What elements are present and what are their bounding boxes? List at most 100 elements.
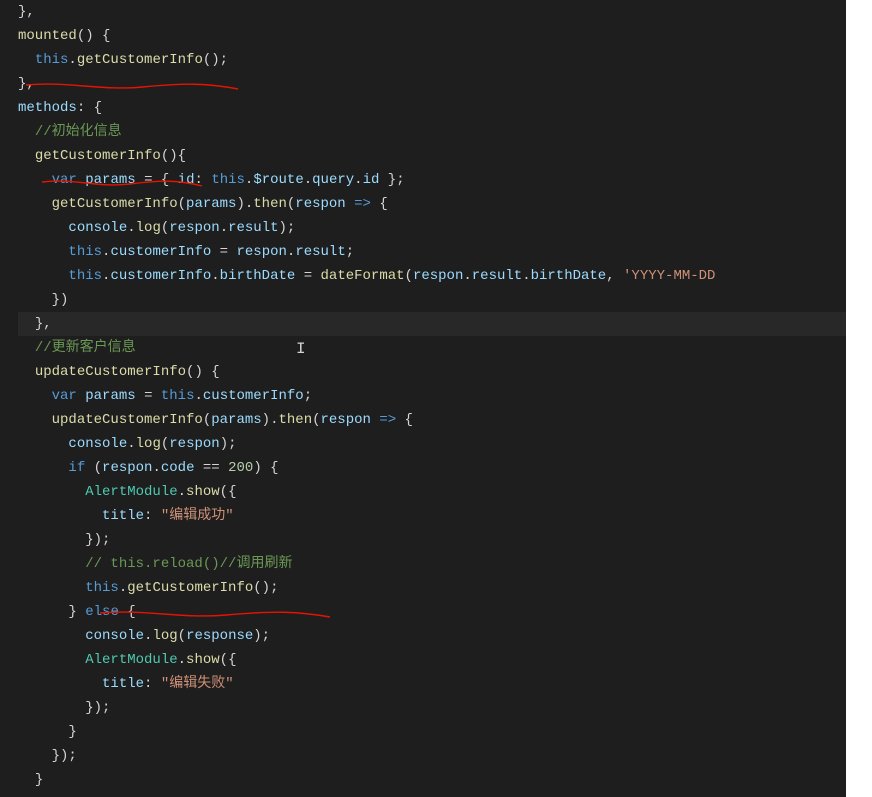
code-token: . bbox=[220, 220, 228, 236]
code-line[interactable]: }, bbox=[18, 72, 872, 96]
code-line[interactable]: title: "编辑成功" bbox=[18, 504, 872, 528]
code-line[interactable]: //初始化信息 bbox=[18, 120, 872, 144]
code-token bbox=[18, 556, 85, 572]
code-token bbox=[18, 604, 68, 620]
code-token: var bbox=[52, 172, 77, 188]
code-line[interactable]: this.getCustomerInfo(); bbox=[18, 48, 872, 72]
code-token: this bbox=[68, 244, 102, 260]
code-line[interactable]: // this.reload()//调用刷新 bbox=[18, 552, 872, 576]
code-token: == bbox=[203, 460, 220, 476]
code-token: }); bbox=[52, 748, 77, 764]
code-editor[interactable]: },mounted() { this.getCustomerInfo();},m… bbox=[0, 0, 872, 792]
code-line[interactable]: getCustomerInfo(){ bbox=[18, 144, 872, 168]
code-line[interactable]: }); bbox=[18, 744, 872, 768]
code-token: response bbox=[186, 628, 253, 644]
code-line[interactable]: console.log(response); bbox=[18, 624, 872, 648]
code-line[interactable]: updateCustomerInfo() { bbox=[18, 360, 872, 384]
code-token: query bbox=[312, 172, 354, 188]
code-line[interactable]: //更新客户信息 bbox=[18, 336, 872, 360]
code-token bbox=[18, 388, 52, 404]
code-token: = bbox=[304, 268, 312, 284]
code-token: this bbox=[68, 268, 102, 284]
code-token bbox=[18, 700, 85, 716]
code-token bbox=[18, 460, 68, 476]
code-token: result bbox=[295, 244, 345, 260]
code-token: respon bbox=[169, 436, 219, 452]
code-line[interactable]: updateCustomerInfo(params).then(respon =… bbox=[18, 408, 872, 432]
code-token: }); bbox=[85, 532, 110, 548]
code-token: this bbox=[35, 52, 69, 68]
code-line[interactable]: }, bbox=[18, 312, 872, 336]
code-token: getCustomerInfo bbox=[35, 148, 161, 164]
code-line[interactable]: if (respon.code == 200) { bbox=[18, 456, 872, 480]
code-token: birthDate bbox=[531, 268, 607, 284]
code-token bbox=[119, 604, 127, 620]
code-token bbox=[18, 436, 68, 452]
code-token: updateCustomerInfo bbox=[52, 412, 203, 428]
code-line[interactable]: AlertModule.show({ bbox=[18, 648, 872, 672]
code-line[interactable]: this.customerInfo = respon.result; bbox=[18, 240, 872, 264]
code-token: mounted bbox=[18, 28, 77, 44]
code-token: birthDate bbox=[220, 268, 296, 284]
code-line[interactable]: var params = { id: this.$route.query.id … bbox=[18, 168, 872, 192]
code-token: ( bbox=[203, 412, 211, 428]
code-token: //初始化信息 bbox=[35, 124, 122, 140]
code-line[interactable]: this.customerInfo.birthDate = dateFormat… bbox=[18, 264, 872, 288]
code-token: ). bbox=[236, 196, 253, 212]
code-token: respon bbox=[102, 460, 152, 476]
code-line[interactable]: }); bbox=[18, 696, 872, 720]
code-token: = bbox=[220, 244, 228, 260]
code-line[interactable]: }) bbox=[18, 288, 872, 312]
code-token: { bbox=[228, 484, 236, 500]
code-token: dateFormat bbox=[321, 268, 405, 284]
code-line[interactable]: console.log(respon.result); bbox=[18, 216, 872, 240]
code-token: show bbox=[186, 652, 220, 668]
code-token: console bbox=[85, 628, 144, 644]
code-token bbox=[18, 172, 52, 188]
code-line[interactable]: methods: { bbox=[18, 96, 872, 120]
code-token: }, bbox=[18, 76, 35, 92]
code-line[interactable]: }); bbox=[18, 528, 872, 552]
code-token: ) bbox=[253, 460, 270, 476]
code-line[interactable]: getCustomerInfo(params).then(respon => { bbox=[18, 192, 872, 216]
code-token bbox=[18, 532, 85, 548]
code-token: log bbox=[136, 436, 161, 452]
code-token: ; bbox=[304, 388, 312, 404]
code-token: ); bbox=[253, 628, 270, 644]
code-line[interactable]: mounted() { bbox=[18, 24, 872, 48]
code-token: ( bbox=[94, 460, 102, 476]
code-token: () bbox=[186, 364, 211, 380]
code-line[interactable]: }, bbox=[18, 0, 872, 24]
code-token: { bbox=[379, 196, 387, 212]
code-token: 'YYYY-MM-DD bbox=[623, 268, 715, 284]
code-token: "编辑成功" bbox=[161, 508, 234, 524]
code-token: : bbox=[195, 172, 212, 188]
code-token: 200 bbox=[228, 460, 253, 476]
code-line[interactable]: this.getCustomerInfo(); bbox=[18, 576, 872, 600]
code-token: { bbox=[228, 652, 236, 668]
code-line[interactable]: console.log(respon); bbox=[18, 432, 872, 456]
code-token: this bbox=[85, 580, 119, 596]
code-line[interactable]: title: "编辑失败" bbox=[18, 672, 872, 696]
code-line[interactable]: var params = this.customerInfo; bbox=[18, 384, 872, 408]
code-token: result bbox=[472, 268, 522, 284]
code-token: { bbox=[94, 100, 102, 116]
code-token bbox=[18, 628, 85, 644]
code-token: ( bbox=[161, 220, 169, 236]
code-line[interactable]: } else { bbox=[18, 600, 872, 624]
code-token bbox=[136, 388, 144, 404]
code-line[interactable]: } bbox=[18, 768, 872, 792]
code-token: params bbox=[211, 412, 261, 428]
code-token: () bbox=[77, 28, 94, 44]
code-token: AlertModule bbox=[85, 652, 177, 668]
code-token bbox=[77, 172, 85, 188]
code-token: => bbox=[379, 412, 396, 428]
code-token: } bbox=[35, 772, 43, 788]
code-token bbox=[18, 484, 85, 500]
code-token: $route bbox=[253, 172, 303, 188]
code-token bbox=[77, 604, 85, 620]
code-line[interactable]: AlertModule.show({ bbox=[18, 480, 872, 504]
code-token bbox=[346, 196, 354, 212]
code-line[interactable]: } bbox=[18, 720, 872, 744]
code-token bbox=[18, 220, 68, 236]
